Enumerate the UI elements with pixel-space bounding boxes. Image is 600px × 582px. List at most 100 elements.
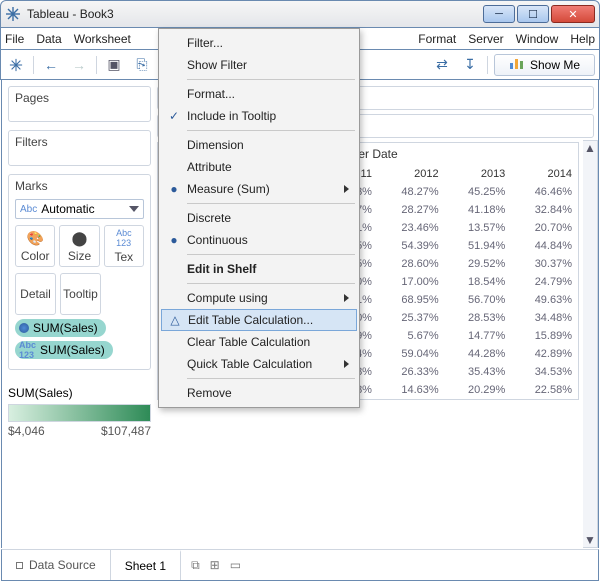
text-icon: Abc123 [116, 228, 132, 248]
color-button[interactable]: 🎨Color [15, 225, 55, 267]
ctx-label: Continuous [187, 233, 248, 247]
year-col: 2012 [378, 165, 445, 183]
pages-panel: Pages [8, 86, 151, 122]
show-me-label: Show Me [530, 58, 580, 72]
ctx-remove[interactable]: Remove [161, 382, 357, 404]
color-icon: 🎨 [26, 230, 43, 247]
back-icon[interactable]: ← [40, 54, 62, 76]
vertical-scrollbar[interactable]: ▲ ▼ [583, 140, 598, 548]
close-button[interactable]: ✕ [551, 5, 595, 23]
detail-button[interactable]: Detail [15, 273, 56, 315]
abc-icon: Abc123 [19, 340, 36, 360]
tooltip-label: Tooltip [63, 287, 98, 301]
new-dashboard-icon[interactable]: ⊞ [210, 558, 220, 573]
tab-sheet-1[interactable]: Sheet 1 [111, 550, 181, 580]
save-icon[interactable]: ▣ [103, 54, 125, 76]
ctx-label: Filter... [187, 36, 223, 50]
square-icon [16, 562, 23, 569]
submenu-arrow-icon [344, 185, 349, 193]
tableau-logo-icon[interactable] [5, 54, 27, 76]
ctx-include-tooltip[interactable]: ✓Include in Tooltip [161, 105, 357, 127]
text-button[interactable]: Abc123 Tex [104, 225, 144, 267]
ctx-show-filter[interactable]: Show Filter [161, 54, 357, 76]
pill-sum-sales-text[interactable]: Abc123 SUM(Sales) [15, 341, 113, 359]
ctx-label: Clear Table Calculation [187, 335, 310, 349]
ctx-label: Show Filter [187, 58, 247, 72]
window-title: Tableau - Book3 [27, 7, 481, 21]
maximize-button[interactable]: ☐ [517, 5, 549, 23]
menu-server[interactable]: Server [468, 32, 503, 46]
side-panels: Pages Filters Marks Abc Automatic 🎨Color… [2, 80, 157, 548]
ctx-label: Format... [187, 87, 235, 101]
legend-max: $107,487 [101, 424, 151, 438]
ctx-attribute[interactable]: Attribute [161, 156, 357, 178]
bullet-icon: ● [167, 182, 181, 196]
ctx-discrete[interactable]: Discrete [161, 207, 357, 229]
ctx-dimension[interactable]: Dimension [161, 134, 357, 156]
marks-type-select[interactable]: Abc Automatic [15, 199, 144, 219]
ctx-quick-table-calculation[interactable]: Quick Table Calculation [161, 353, 357, 375]
bars-icon [509, 58, 524, 72]
titlebar: Tableau - Book3 ─ ☐ ✕ [0, 0, 600, 28]
pill-sum-sales-color[interactable]: SUM(Sales) [15, 319, 106, 337]
swap-icon[interactable]: ⇄ [431, 54, 453, 76]
delta-icon: △ [168, 313, 182, 327]
new-worksheet-icon[interactable]: ⧉ [191, 558, 200, 573]
sort-icon[interactable]: ↧ [459, 54, 481, 76]
legend-title: SUM(Sales) [8, 386, 151, 400]
marks-label: Marks [15, 179, 144, 193]
submenu-arrow-icon [344, 360, 349, 368]
forward-icon[interactable]: → [68, 54, 90, 76]
legend-min: $4,046 [8, 424, 45, 438]
menu-file[interactable]: File [5, 32, 24, 46]
check-icon: ✓ [167, 109, 181, 123]
ctx-label: Quick Table Calculation [187, 357, 312, 371]
pages-label: Pages [15, 91, 144, 105]
menu-help[interactable]: Help [570, 32, 595, 46]
tooltip-button[interactable]: Tooltip [60, 273, 101, 315]
detail-label: Detail [20, 287, 51, 301]
ctx-measure[interactable]: ● Measure (Sum) [161, 178, 357, 200]
ctx-filter[interactable]: Filter... [161, 32, 357, 54]
menu-data[interactable]: Data [36, 32, 61, 46]
color-legend: SUM(Sales) $4,046 $107,487 [8, 386, 151, 438]
ctx-label: Remove [187, 386, 232, 400]
ctx-label: Attribute [187, 160, 232, 174]
context-menu: Filter... Show Filter Format... ✓Include… [158, 28, 360, 408]
menu-format[interactable]: Format [418, 32, 456, 46]
scroll-up-icon[interactable]: ▲ [583, 141, 597, 155]
ctx-label: Discrete [187, 211, 231, 225]
chevron-down-icon [129, 206, 139, 212]
color-dot-icon [19, 323, 29, 333]
ctx-label: Dimension [187, 138, 244, 152]
ctx-label: Measure (Sum) [187, 182, 270, 196]
size-label: Size [68, 249, 91, 263]
ctx-edit-in-shelf[interactable]: Edit in Shelf [161, 258, 357, 280]
ctx-clear-table-calculation[interactable]: Clear Table Calculation [161, 331, 357, 353]
size-button[interactable]: ⬤Size [59, 225, 99, 267]
ctx-label: Compute using [187, 291, 268, 305]
year-col: 2014 [511, 165, 578, 183]
minimize-button[interactable]: ─ [483, 5, 515, 23]
filters-label: Filters [15, 135, 144, 149]
scroll-down-icon[interactable]: ▼ [583, 533, 597, 547]
new-tab-icons: ⧉ ⊞ ▭ [181, 558, 251, 573]
ctx-label: Edit Table Calculation... [188, 313, 313, 327]
bullet-icon: ● [167, 233, 181, 247]
pill-label: SUM(Sales) [40, 343, 105, 357]
menu-window[interactable]: Window [516, 32, 559, 46]
show-me-button[interactable]: Show Me [494, 54, 595, 76]
ctx-continuous[interactable]: ● Continuous [161, 229, 357, 251]
menu-worksheet[interactable]: Worksheet [74, 32, 131, 46]
ctx-format[interactable]: Format... [161, 83, 357, 105]
ctx-compute-using[interactable]: Compute using [161, 287, 357, 309]
ctx-edit-table-calculation[interactable]: △ Edit Table Calculation... [161, 309, 357, 331]
marks-panel: Marks Abc Automatic 🎨Color ⬤Size Abc123 T… [8, 174, 151, 370]
text-label: Tex [114, 250, 133, 264]
sheet-tabs: Data Source Sheet 1 ⧉ ⊞ ▭ [1, 549, 599, 581]
tab-data-source[interactable]: Data Source [2, 550, 111, 580]
ctx-label: Edit in Shelf [187, 262, 256, 276]
new-story-icon[interactable]: ▭ [230, 558, 241, 573]
gradient-bar [8, 404, 151, 422]
connect-icon[interactable]: ⎘ [131, 54, 153, 76]
